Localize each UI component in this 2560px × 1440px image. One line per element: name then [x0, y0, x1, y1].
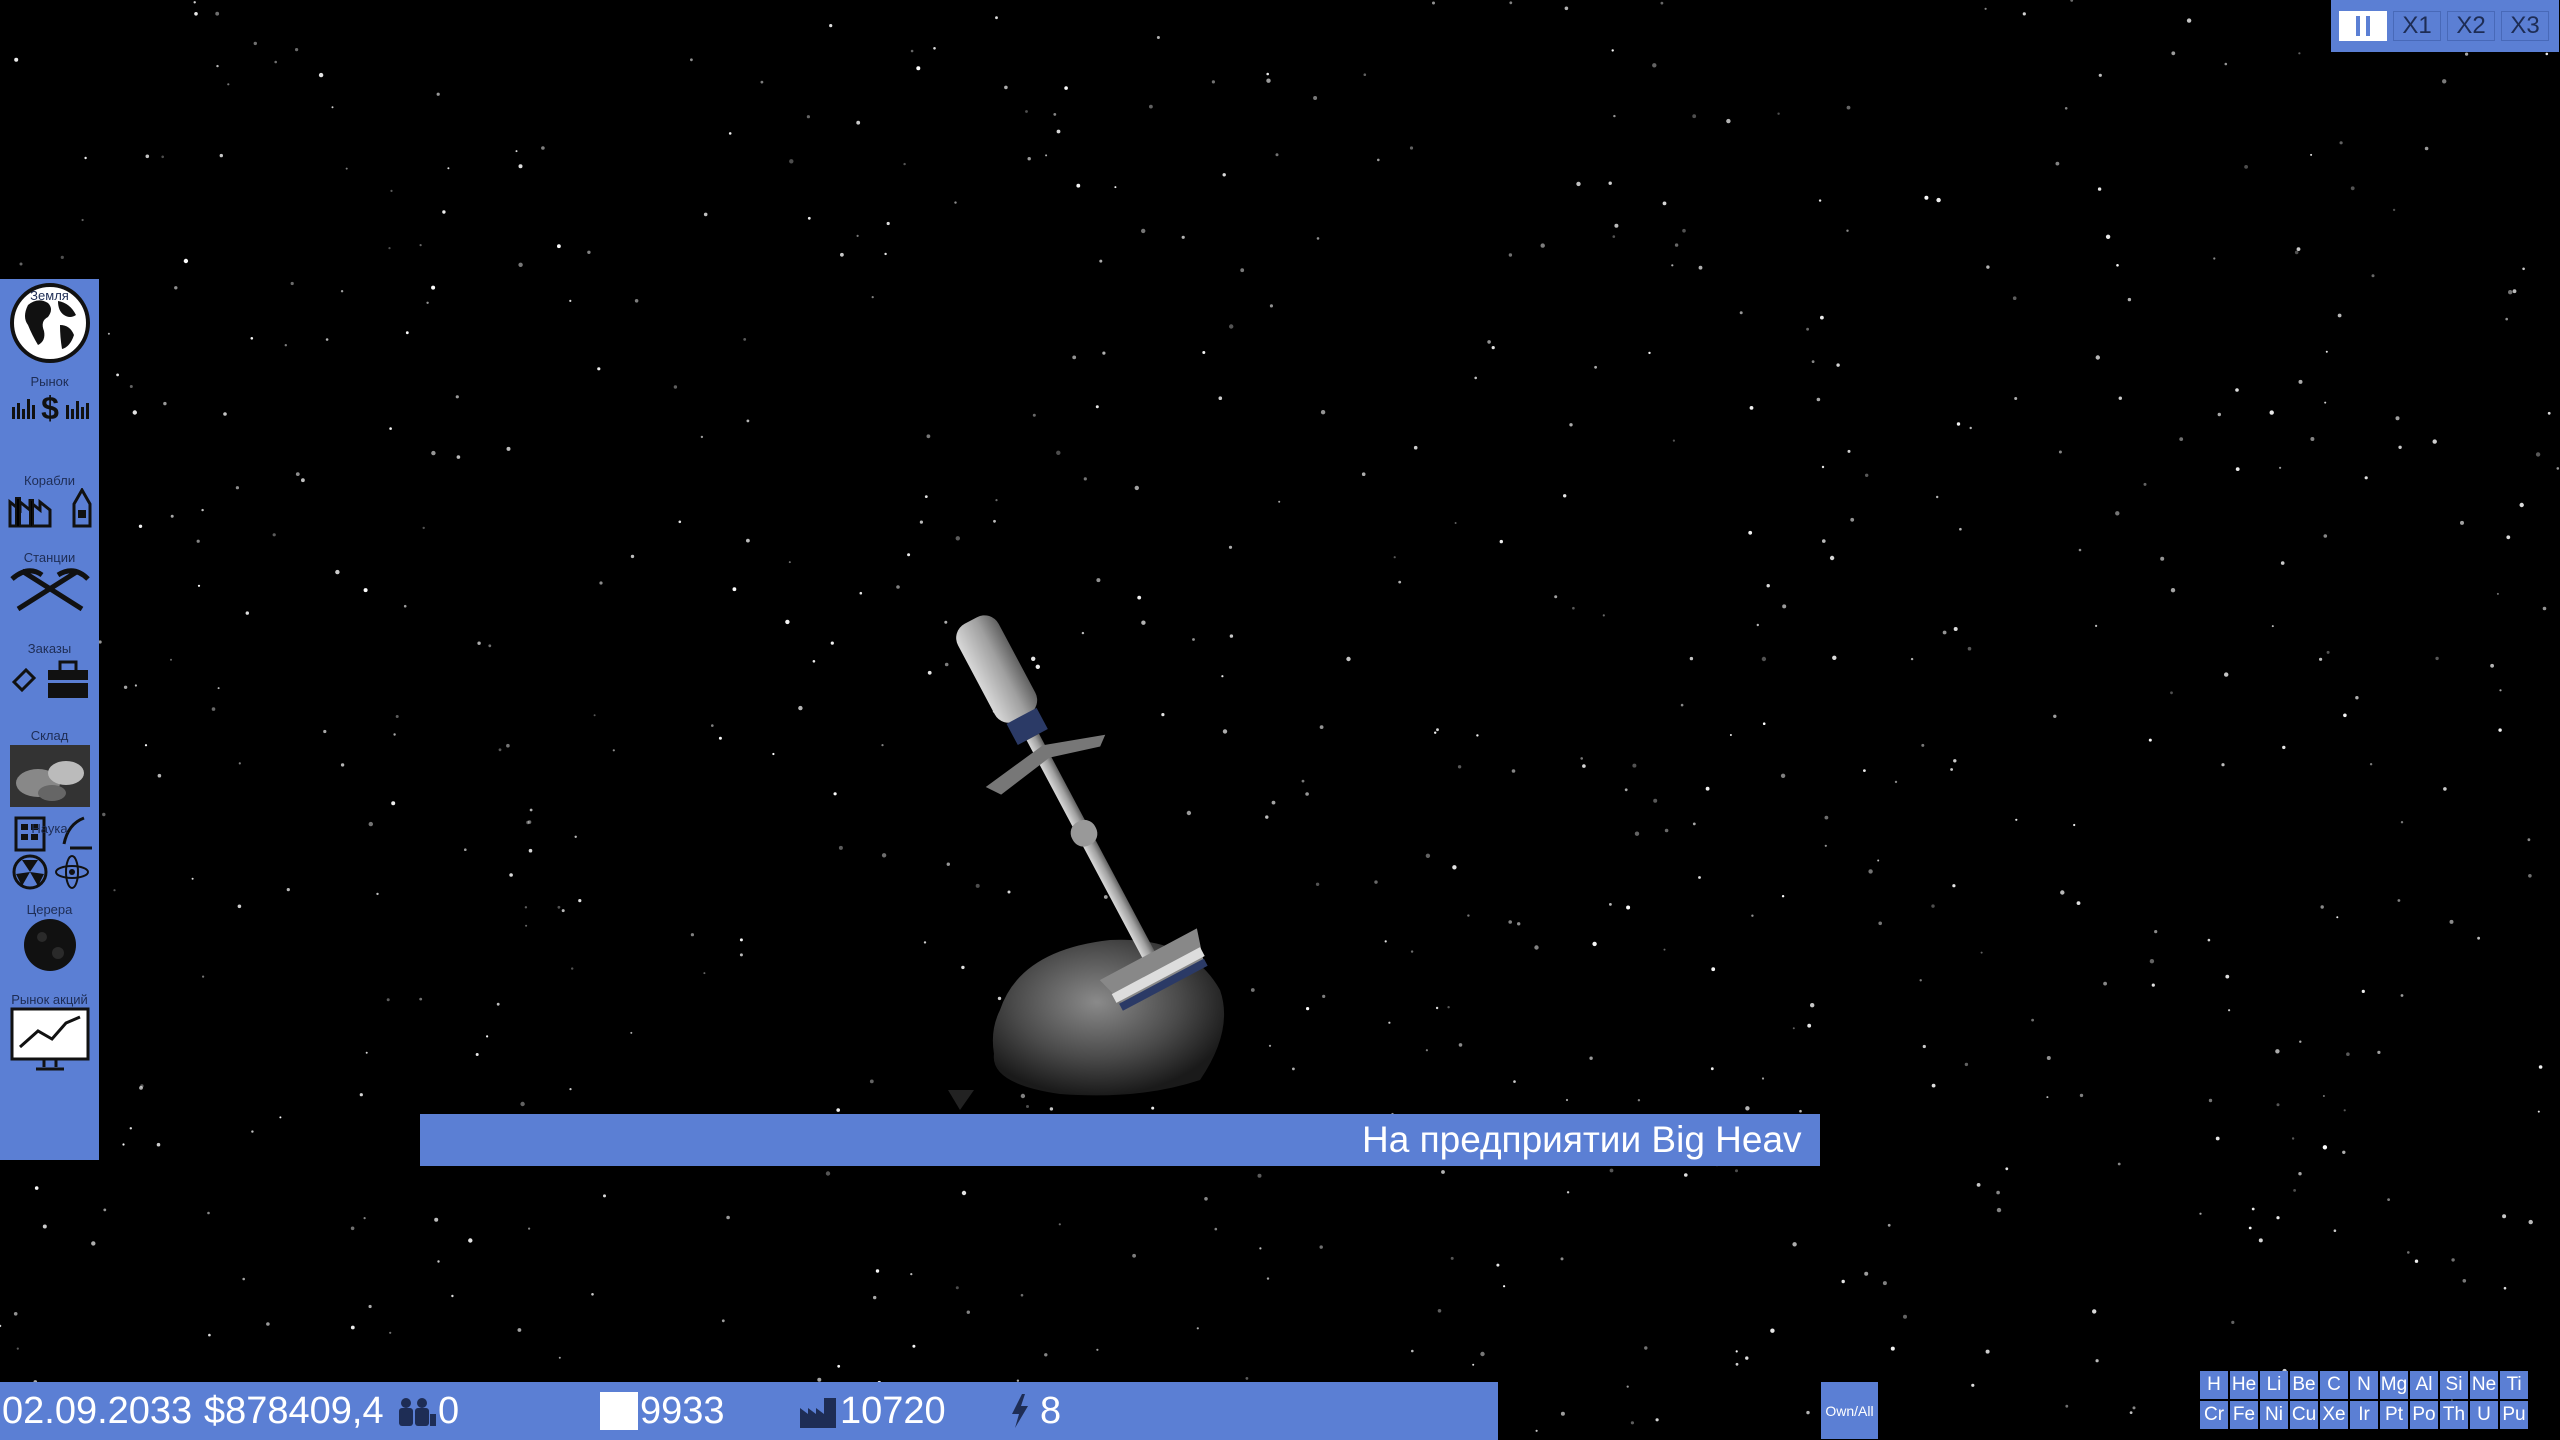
element-button[interactable]: Fe [2230, 1401, 2258, 1429]
mining-station-on-asteroid [948, 615, 1225, 1110]
sidebar-item-ceres[interactable]: Церера [0, 903, 99, 973]
element-button[interactable]: Po [2410, 1401, 2438, 1429]
sidebar-label-stock-market: Рынок акций [11, 992, 88, 1007]
sidebar-item-orders[interactable]: Заказы [0, 642, 99, 700]
warehouse-icon [9, 745, 90, 807]
population-count: 0 [438, 1390, 460, 1432]
population-icon [399, 1398, 436, 1426]
production-count: 10720 [840, 1390, 946, 1432]
money-balance: $878409,4 [204, 1390, 384, 1432]
speed-x1-button[interactable]: X1 [2393, 11, 2441, 41]
element-button[interactable]: H [2200, 1371, 2228, 1399]
element-button[interactable]: Pu [2500, 1401, 2528, 1429]
starfield-background [0, 0, 2560, 1433]
sidebar-item-earth[interactable]: Земля [0, 281, 99, 365]
sidebar-label-ceres: Церера [26, 902, 73, 917]
element-button[interactable]: Ne [2470, 1371, 2498, 1399]
element-button[interactable]: Mg [2380, 1371, 2408, 1399]
sidebar-item-science[interactable]: Наука [0, 814, 99, 890]
storage-count: 9933 [640, 1390, 725, 1432]
element-button[interactable]: Xe [2320, 1401, 2348, 1429]
sidebar-item-stations[interactable]: Станции [0, 551, 99, 613]
orders-icon [11, 660, 88, 698]
element-button[interactable]: He [2230, 1371, 2258, 1399]
pause-icon [2356, 16, 2360, 36]
ceres-icon [23, 919, 76, 971]
game-speed-panel: X1 X2 X3 [2331, 0, 2559, 52]
element-filter-grid: H He Li Be C N Mg Al Si Ne Ti Cr Fe Ni C… [2200, 1371, 2530, 1433]
element-button[interactable]: Be [2290, 1371, 2318, 1399]
stock-market-icon [10, 1007, 89, 1071]
element-button[interactable]: Al [2410, 1371, 2438, 1399]
sidebar-item-ships[interactable]: Корабли [0, 474, 99, 528]
pause-icon-bar [2366, 16, 2370, 36]
element-button[interactable]: Pt [2380, 1401, 2408, 1429]
pause-button[interactable] [2339, 11, 2387, 41]
news-ticker-text: На предприятии Big Heav [1362, 1119, 1802, 1160]
left-sidebar: Земля Рынок $ Корабли Станции Заказы Скл… [0, 279, 99, 1160]
element-button[interactable]: Cu [2290, 1401, 2318, 1429]
sidebar-label-stations: Станции [23, 550, 76, 565]
sidebar-label-ships: Корабли [24, 473, 75, 488]
stations-icon [9, 568, 90, 612]
element-button[interactable]: Cr [2200, 1401, 2228, 1429]
energy-icon [1012, 1394, 1028, 1428]
sidebar-label-market: Рынок [30, 374, 69, 389]
own-all-toggle-button[interactable]: Own/All [1821, 1382, 1878, 1439]
element-button[interactable]: N [2350, 1371, 2378, 1399]
svg-text:$: $ [41, 390, 59, 425]
sidebar-item-market[interactable]: Рынок $ [0, 375, 99, 425]
element-button[interactable]: Th [2440, 1401, 2468, 1429]
storage-icon [600, 1392, 638, 1430]
energy-count: 8 [1040, 1390, 1062, 1432]
element-button[interactable]: Ir [2350, 1401, 2378, 1429]
element-button[interactable]: C [2320, 1371, 2348, 1399]
speed-x3-button[interactable]: X3 [2501, 11, 2549, 41]
market-icon: $ [11, 390, 89, 425]
status-bar: 02.09.2033 $878409,4 0 9933 10720 8 [0, 1382, 1498, 1440]
production-icon [800, 1398, 836, 1428]
news-ticker: На предприятии Big Heav [420, 1114, 1820, 1166]
speed-x2-button[interactable]: X2 [2447, 11, 2495, 41]
sidebar-label-earth: Земля [30, 288, 69, 303]
sidebar-label-science: Наука [31, 821, 68, 836]
element-button[interactable]: U [2470, 1401, 2498, 1429]
element-button[interactable]: Ti [2500, 1371, 2528, 1399]
ships-icon [8, 488, 91, 528]
element-button[interactable]: Ni [2260, 1401, 2288, 1429]
element-button[interactable]: Si [2440, 1371, 2468, 1399]
sidebar-item-warehouse[interactable]: Склад [0, 729, 99, 809]
element-button[interactable]: Li [2260, 1371, 2288, 1399]
sidebar-label-warehouse: Склад [30, 728, 69, 743]
sidebar-label-orders: Заказы [27, 641, 72, 656]
game-date: 02.09.2033 [2, 1390, 193, 1432]
sidebar-item-stock-market[interactable]: Рынок акций [0, 993, 99, 1071]
